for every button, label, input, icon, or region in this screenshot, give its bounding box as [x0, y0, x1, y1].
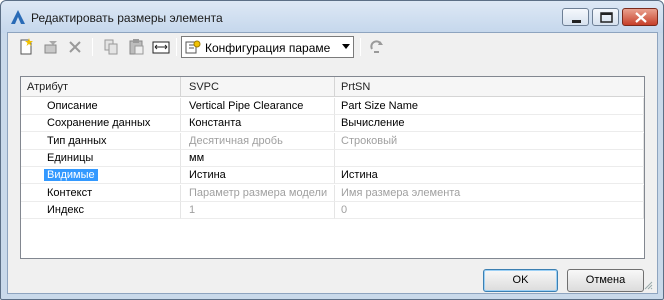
svpc-value-cell[interactable]: Vertical Pipe Clearance	[181, 98, 335, 115]
svpc-value-cell: Десятичная дробь	[181, 132, 335, 150]
refresh-icon	[370, 40, 383, 53]
attribute-label: Единицы	[47, 151, 94, 164]
prtsn-value-cell: Имя размера элемента	[335, 184, 644, 202]
new-document-icon	[20, 38, 33, 55]
configuration-dropdown[interactable]: Конфигурация параме	[181, 36, 354, 58]
autocad-logo-icon	[11, 10, 25, 24]
attribute-cell[interactable]: Контекст	[21, 184, 181, 202]
table-row[interactable]: Тип данных Десятичная дробь Строковый	[21, 132, 644, 150]
maximize-icon	[600, 12, 613, 23]
delete-icon	[69, 41, 81, 53]
title-bar[interactable]: Редактировать размеры элемента	[1, 1, 663, 33]
table-row[interactable]: Сохранение данных Константа Вычисление	[21, 115, 644, 133]
new-parameter-button[interactable]	[16, 37, 36, 57]
table-row[interactable]: Видимые Истина Истина	[21, 167, 644, 185]
toolbar-separator	[92, 38, 93, 56]
prtsn-value-cell[interactable]	[335, 149, 644, 167]
attribute-label: Контекст	[47, 186, 93, 199]
table-row[interactable]: Описание Vertical Pipe Clearance Part Size…	[21, 98, 644, 115]
grid-header: Атрибут SVPC PrtSN	[21, 77, 644, 97]
table-row[interactable]: Контекст Параметр размера модели Имя разме…	[21, 184, 644, 202]
attribute-label: Видимые	[44, 169, 98, 182]
svpc-value-cell[interactable]: Константа	[181, 115, 335, 133]
toolbar-separator	[176, 38, 177, 56]
column-header-prtsn[interactable]: PrtSN	[335, 77, 644, 97]
prtsn-value-cell[interactable]: Вычисление	[335, 115, 644, 133]
close-icon	[635, 12, 647, 23]
dialog-content: Конфигурация параме Атрибут SVPC PrtSN О…	[7, 32, 658, 294]
minimize-button[interactable]	[562, 8, 589, 26]
copy-button[interactable]	[101, 37, 121, 57]
maximize-button[interactable]	[592, 8, 619, 26]
prtsn-value-cell[interactable]: Истина	[335, 167, 644, 185]
attribute-cell[interactable]: Единицы	[21, 149, 181, 167]
window-title: Редактировать размеры элемента	[31, 11, 223, 25]
insert-dimension-button[interactable]	[151, 37, 171, 57]
dimension-icon	[152, 41, 170, 54]
refresh-button[interactable]	[367, 37, 387, 57]
table-row[interactable]: Индекс 1 0	[21, 201, 644, 219]
attribute-cell[interactable]: Описание	[21, 98, 181, 115]
attribute-label: Описание	[47, 100, 98, 112]
dialog-window: Редактировать размеры элемента Конфигура…	[0, 0, 664, 300]
attribute-cell[interactable]: Индекс	[21, 201, 181, 219]
toolbar: Конфигурация параме	[8, 33, 657, 61]
column-header-svpc[interactable]: SVPC	[181, 77, 335, 97]
svpc-value-cell[interactable]: Истина	[181, 167, 335, 185]
toolbar-separator	[360, 38, 361, 56]
copy-icon	[104, 39, 118, 55]
paste-icon	[129, 39, 144, 55]
prtsn-value-cell[interactable]: Part Size Name	[335, 98, 644, 115]
paste-button[interactable]	[126, 37, 146, 57]
resize-grip-icon[interactable]	[643, 280, 653, 290]
configuration-dropdown-value: Конфигурация параме	[205, 41, 331, 55]
prtsn-value-cell: 0	[335, 201, 644, 219]
edit-button[interactable]	[41, 37, 61, 57]
close-button[interactable]	[622, 8, 658, 26]
table-row[interactable]: Единицы мм	[21, 149, 644, 167]
configuration-icon	[185, 40, 201, 54]
svpc-value-cell: Параметр размера модели	[181, 184, 335, 202]
ok-button[interactable]: OK	[483, 269, 558, 292]
attribute-cell[interactable]: Тип данных	[21, 132, 181, 150]
attribute-cell[interactable]: Сохранение данных	[21, 115, 181, 133]
cancel-button[interactable]: Отмена	[567, 269, 644, 292]
attribute-cell[interactable]: Видимые	[21, 167, 181, 185]
svpc-value-cell[interactable]: мм	[181, 149, 335, 167]
chevron-down-icon	[342, 44, 350, 49]
delete-button[interactable]	[65, 37, 85, 57]
svpc-value-cell: 1	[181, 201, 335, 219]
minimize-icon	[572, 20, 581, 23]
prtsn-value-cell: Строковый	[335, 132, 644, 150]
column-header-attribute[interactable]: Атрибут	[21, 77, 181, 97]
attribute-label: Тип данных	[47, 134, 107, 147]
attribute-label: Сохранение данных	[47, 117, 151, 130]
parameters-grid[interactable]: Атрибут SVPC PrtSN Описание Vertical Pipe…	[20, 76, 645, 259]
attribute-label: Индекс	[47, 203, 84, 216]
edit-icon	[44, 41, 57, 54]
